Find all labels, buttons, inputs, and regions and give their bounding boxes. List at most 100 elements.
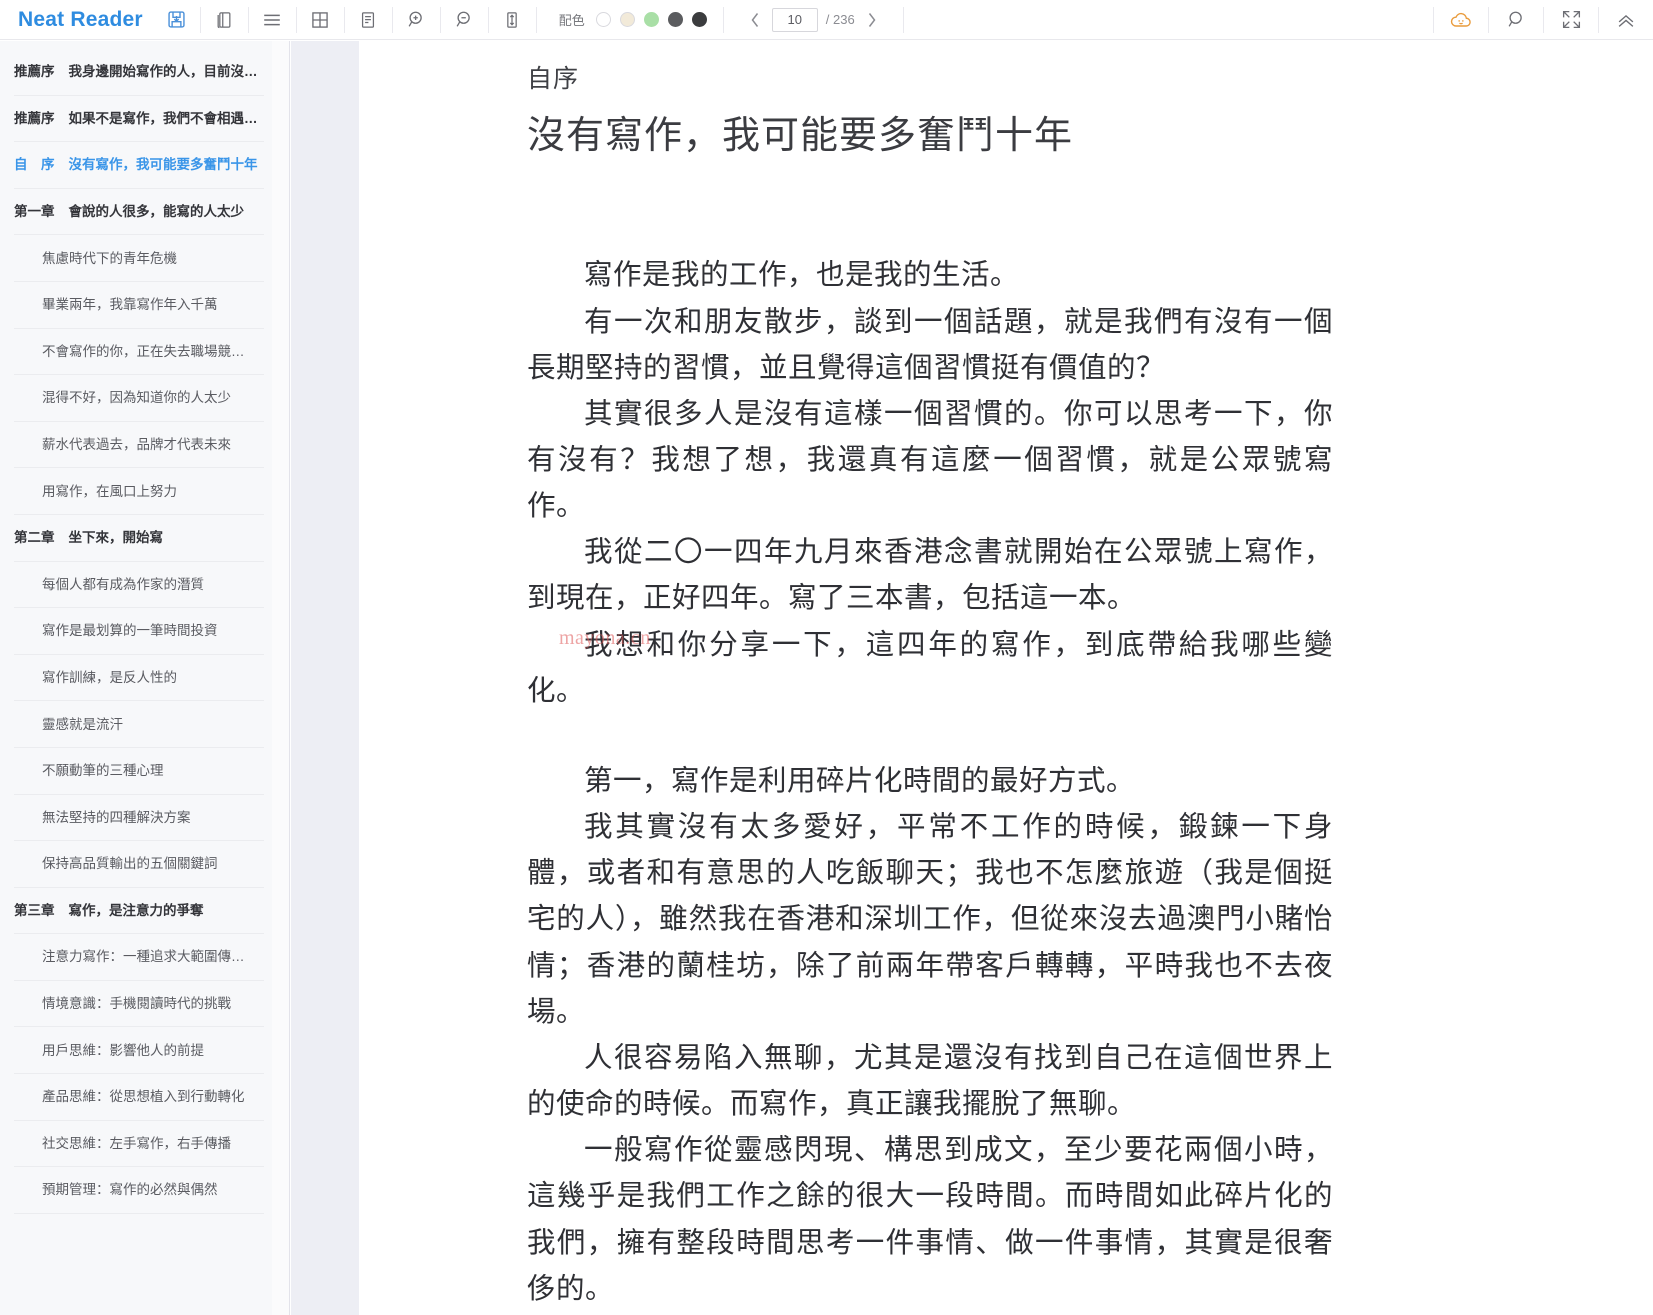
prev-page-icon[interactable]	[746, 9, 764, 31]
paragraph-group-1: 寫作是我的工作，也是我的生活。有一次和朋友散步，談到一個話題，就是我們有沒有一個…	[527, 252, 1333, 714]
page-number-input[interactable]	[771, 7, 818, 32]
toc-item-label: 社交思維：左手寫作，右手傳播	[42, 1135, 231, 1151]
zoom-out-icon[interactable]	[441, 0, 488, 40]
toc-item-prefix: 推薦序	[14, 64, 55, 80]
cloud-sync-icon[interactable]	[1434, 0, 1488, 40]
collapse-up-icon[interactable]	[1599, 0, 1653, 40]
theme-swatch-sepia[interactable]	[619, 12, 635, 27]
toc-item[interactable]: 推薦序 我身邊開始寫作的人，目前沒…	[0, 49, 272, 96]
toc-item[interactable]: 混得不好，因為知道你的人太少	[0, 375, 272, 422]
toc-item[interactable]: 自 序沒有寫作，我可能要多奮鬥十年	[0, 142, 272, 189]
theme-swatch-green[interactable]	[643, 12, 659, 27]
toc-item-label: 沒有寫作，我可能要多奮鬥十年	[68, 157, 258, 173]
toc-item[interactable]: 保持高品質輸出的五個關鍵詞	[0, 841, 272, 888]
toc-item-label: 我身邊開始寫作的人，目前沒…	[68, 64, 258, 80]
toc-item-label: 保持高品質輸出的五個關鍵詞	[42, 856, 218, 872]
toc-item-label: 不會寫作的你，正在失去職場競…	[42, 343, 245, 359]
toc-item[interactable]: 注意力寫作：一種追求大範圍傳…	[0, 934, 272, 981]
toc-item-label: 用寫作，在風口上努力	[42, 483, 177, 499]
toc-item-label: 薪水代表過去，品牌才代表未來	[42, 436, 231, 452]
toc-item-label: 混得不好，因為知道你的人太少	[42, 390, 231, 406]
toc-item[interactable]: 靈感就是流汗	[0, 701, 272, 748]
toc-item-prefix: 第三章	[14, 902, 55, 918]
next-page-icon[interactable]	[863, 9, 881, 31]
toc-item-label: 寫作是最划算的一筆時間投資	[42, 623, 218, 639]
toc-item[interactable]: 情境意識：手機閱讀時代的挑戰	[0, 981, 272, 1028]
brand-name: Neat Reader	[18, 7, 143, 31]
body-paragraph: 其實很多人是沒有這樣一個習慣的。你可以思考一下，你有沒有？我想了想，我還真有這麼…	[527, 396, 1333, 523]
toc-item[interactable]: 不會寫作的你，正在失去職場競…	[0, 329, 272, 376]
paragraph-group-2: 第一，寫作是利用碎片化時間的最好方式。我其實沒有太多愛好，平常不工作的時候，鍛鍊…	[527, 758, 1333, 1312]
toc-item[interactable]: 用戶思維：影響他人的前提	[0, 1027, 272, 1074]
toc-item[interactable]: 社交思維：左手寫作，右手傳播	[0, 1121, 272, 1168]
body-paragraph: 第一，寫作是利用碎片化時間的最好方式。	[584, 763, 1136, 797]
page-title: 沒有寫作，我可能要多奮鬥十年	[527, 113, 1074, 157]
toc-item-label: 產品思維：從思想植入到行動轉化	[42, 1089, 245, 1105]
toc-item-prefix: 第二章	[14, 530, 55, 546]
toc-item[interactable]: 焦慮時代下的青年危機	[0, 235, 272, 282]
save-icon[interactable]	[153, 0, 200, 40]
body-paragraph: 我從二〇一四年九月來香港念書就開始在公眾號上寫作，到現在，正好四年。寫了三本書，…	[527, 535, 1333, 615]
toc-item[interactable]: 第一章 會說的人很多，能寫的人太少	[0, 189, 272, 236]
toc-item[interactable]: 預期管理：寫作的必然與偶然	[0, 1167, 272, 1214]
search-icon[interactable]	[1489, 0, 1543, 40]
grid-view-icon[interactable]	[297, 0, 344, 40]
toc-item[interactable]: 第二章 坐下來，開始寫	[0, 515, 272, 562]
sidebar-gutter	[272, 41, 290, 1315]
line-height-icon[interactable]	[489, 0, 536, 40]
theme-swatch-gray[interactable]	[667, 12, 683, 27]
toc-item-prefix: 自 序	[14, 157, 55, 173]
page-navigator: / 236	[724, 0, 903, 40]
toc-icon[interactable]	[249, 0, 296, 40]
theme-swatch-dark[interactable]	[691, 12, 707, 27]
toc-item-label: 預期管理：寫作的必然與偶然	[42, 1182, 218, 1198]
brand-logo[interactable]: Neat Reader	[0, 0, 153, 40]
fullscreen-exit-icon[interactable]	[1544, 0, 1598, 40]
notes-icon[interactable]	[345, 0, 392, 40]
toc-item-label: 會說的人很多，能寫的人太少	[68, 203, 245, 219]
toc-item[interactable]: 產品思維：從思想植入到行動轉化	[0, 1074, 272, 1121]
body-paragraph: 我想和你分享一下，這四年的寫作，到底帶給我哪些變化。	[527, 627, 1333, 707]
toc-item-prefix: 推薦序	[14, 110, 55, 126]
theme-swatch-white[interactable]	[595, 12, 611, 27]
toc-item-label: 靈感就是流汗	[42, 716, 123, 732]
toc-item[interactable]: 推薦序 如果不是寫作，我們不會相遇…	[0, 96, 272, 143]
toc-item-label: 用戶思維：影響他人的前提	[42, 1042, 204, 1058]
color-theme-picker: 配色	[537, 0, 723, 40]
toc-item[interactable]: 畢業兩年，我靠寫作年入千萬	[0, 282, 272, 329]
body-paragraph: 寫作是我的工作，也是我的生活。	[584, 258, 1020, 292]
top-toolbar: Neat Reader 配色 10 / 236	[0, 0, 1653, 40]
toc-item[interactable]: 寫作訓練，是反人性的	[0, 655, 272, 702]
toc-item[interactable]: 無法堅持的四種解決方案	[0, 795, 272, 842]
toc-item-label: 注意力寫作：一種追求大範圍傳…	[42, 949, 245, 965]
toc-item-label: 無法堅持的四種解決方案	[42, 809, 191, 825]
zoom-in-icon[interactable]	[393, 0, 440, 40]
toc-item-prefix: 第一章	[14, 203, 55, 219]
toc-item-label: 情境意識：手機閱讀時代的挑戰	[42, 996, 231, 1012]
toc-item-label: 寫作訓練，是反人性的	[42, 669, 177, 685]
toc-item-label: 坐下來，開始寫	[68, 530, 164, 546]
library-icon[interactable]	[201, 0, 248, 40]
toc-item-label: 不願動筆的三種心理	[42, 763, 164, 779]
body-paragraph: 人很容易陷入無聊，尤其是還沒有找到自己在這個世界上的使命的時候。而寫作，真正讓我…	[527, 1040, 1333, 1121]
toc-item-label: 寫作，是注意力的爭奪	[68, 902, 204, 918]
toc-item-label: 畢業兩年，我靠寫作年入千萬	[42, 297, 218, 313]
section-kicker: 自序	[527, 64, 580, 93]
body-paragraph: 一般寫作從靈感閃現、構思到成文，至少要花兩個小時，這幾乎是我們工作之餘的很大一段…	[527, 1133, 1333, 1305]
toc-item-label: 焦慮時代下的青年危機	[42, 250, 177, 266]
page-margin-shade	[291, 41, 359, 1315]
toc-item-label: 如果不是寫作，我們不會相遇…	[68, 110, 258, 126]
toc-sidebar[interactable]: 推薦序 我身邊開始寫作的人，目前沒… 推薦序 如果不是寫作，我們不會相遇… 自 序沒有寫…	[0, 41, 272, 1315]
toc-item[interactable]: 寫作是最划算的一筆時間投資	[0, 608, 272, 655]
palette-label: 配色	[558, 13, 585, 28]
toc-item[interactable]: 薪水代表過去，品牌才代表未來	[0, 422, 272, 469]
toc-item[interactable]: 第三章 寫作，是注意力的爭奪	[0, 888, 272, 935]
toc-item[interactable]: 不願動筆的三種心理	[0, 748, 272, 795]
body-paragraph: 我其實沒有太多愛好，平常不工作的時候，鍛鍊一下身體，或者和有意思的人吃飯聊天；我…	[527, 810, 1333, 1028]
toc-item[interactable]: 用寫作，在風口上努力	[0, 468, 272, 515]
body-paragraph: 有一次和朋友散步，談到一個話題，就是我們有沒有一個長期堅持的習慣，並且覺得這個習…	[527, 304, 1333, 384]
toc-list: 推薦序 我身邊開始寫作的人，目前沒… 推薦序 如果不是寫作，我們不會相遇… 自 序沒有寫…	[0, 41, 272, 1214]
toc-item[interactable]: 每個人都有成為作家的潛質	[0, 562, 272, 609]
toc-item-label: 每個人都有成為作家的潛質	[42, 576, 204, 592]
